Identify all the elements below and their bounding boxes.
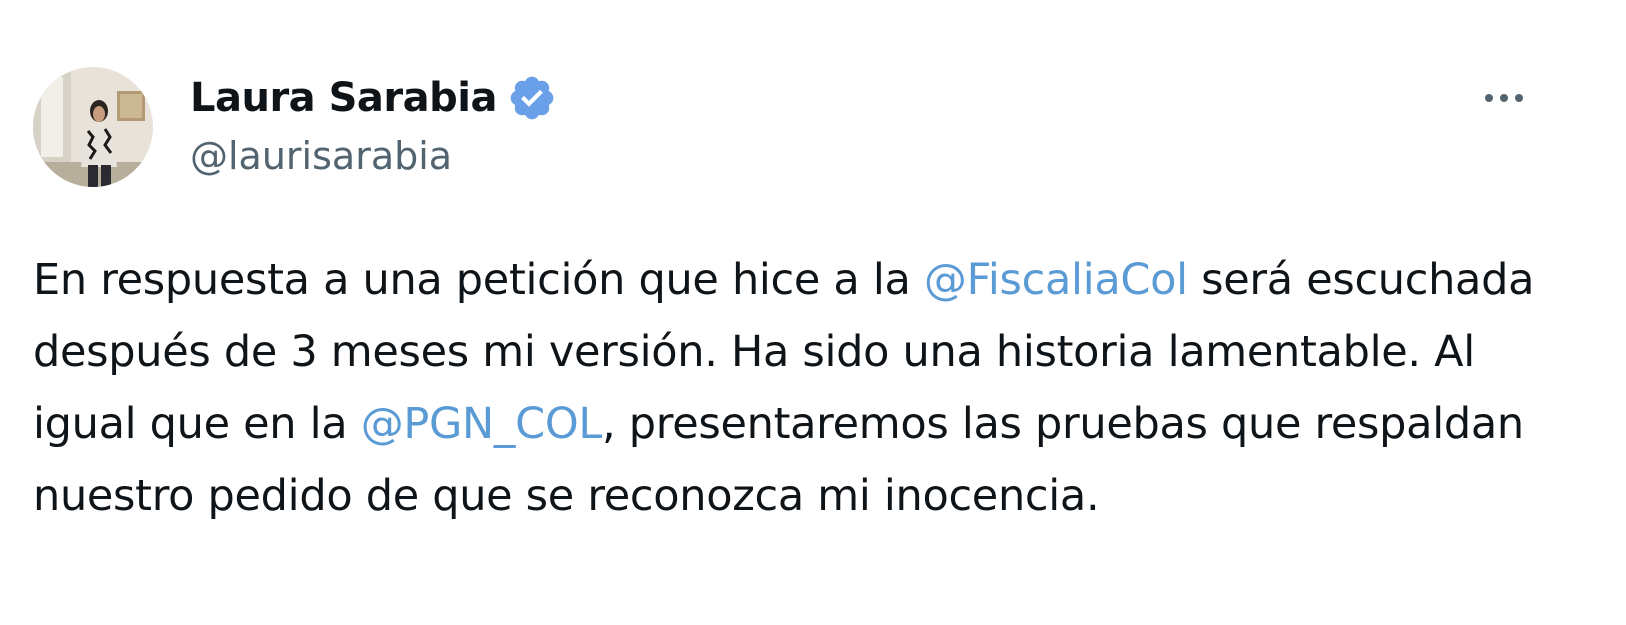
avatar-photo <box>33 67 153 187</box>
avatar[interactable] <box>33 67 153 187</box>
user-handle[interactable]: @laurisarabia <box>190 134 557 178</box>
more-horizontal-icon <box>1485 94 1493 102</box>
tweet-card: Laura Sarabia @laurisarabia En respuesta… <box>0 0 1626 625</box>
more-horizontal-icon-dot <box>1515 94 1523 102</box>
display-name[interactable]: Laura Sarabia <box>190 75 497 121</box>
user-meta: Laura Sarabia @laurisarabia <box>190 70 557 178</box>
verified-badge-icon[interactable] <box>507 73 557 123</box>
mention-link-pgn-col[interactable]: @PGN_COL <box>361 399 603 449</box>
tweet-text: En respuesta a una petición que hice a l… <box>33 244 1573 532</box>
more-horizontal-icon-dot <box>1500 94 1508 102</box>
more-options-button[interactable] <box>1472 80 1536 116</box>
name-row: Laura Sarabia <box>190 70 557 126</box>
mention-link-fiscaliacol[interactable]: @FiscaliaCol <box>924 255 1188 305</box>
tweet-text-segment: En respuesta a una petición que hice a l… <box>33 255 924 305</box>
